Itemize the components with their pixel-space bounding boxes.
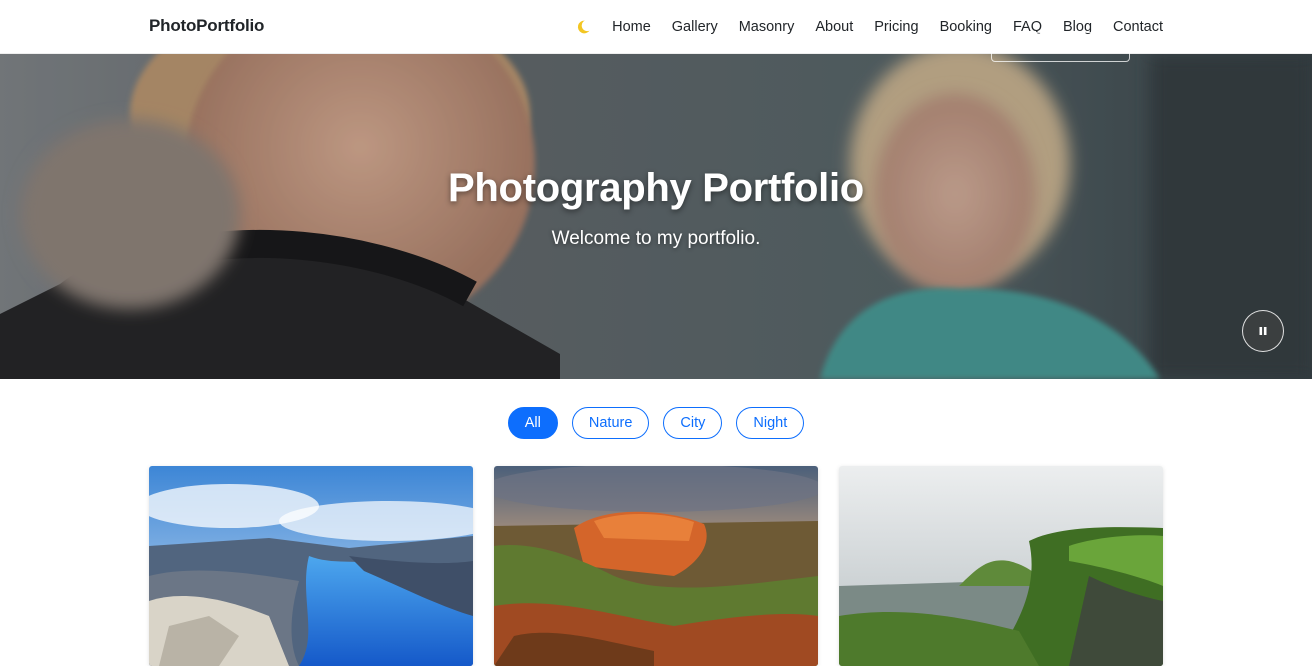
filter-all-button[interactable]: All bbox=[507, 407, 558, 439]
filter-city-button[interactable]: City bbox=[663, 407, 723, 439]
nav-link-booking[interactable]: Booking bbox=[940, 19, 992, 35]
nav-link-masonry[interactable]: Masonry bbox=[739, 19, 795, 35]
pause-icon[interactable] bbox=[1242, 310, 1284, 352]
crescent-moon-icon[interactable] bbox=[573, 17, 593, 37]
nav-link-home[interactable]: Home bbox=[612, 19, 651, 35]
hero-title: Photography Portfolio bbox=[448, 166, 864, 210]
gallery-item-canyon[interactable] bbox=[494, 466, 818, 666]
filter-night-button[interactable]: Night bbox=[736, 407, 805, 439]
filter-nature-button[interactable]: Nature bbox=[571, 407, 650, 439]
cliffs-photo bbox=[839, 466, 1163, 666]
nav-link-gallery[interactable]: Gallery bbox=[672, 19, 718, 35]
gallery-item-cliffs[interactable] bbox=[839, 466, 1163, 666]
hero-subtitle: Welcome to my portfolio. bbox=[551, 228, 761, 249]
fjord-photo bbox=[149, 466, 473, 666]
hero-overlay bbox=[0, 54, 1312, 379]
gallery-item-fjord[interactable] bbox=[149, 466, 473, 666]
download-resume-button[interactable]: Download Resume bbox=[991, 32, 1130, 62]
gallery-grid bbox=[149, 466, 1163, 666]
hero-banner: Photography Portfolio Welcome to my port… bbox=[0, 54, 1312, 379]
gallery-filters: All Nature City Night bbox=[0, 407, 1312, 439]
nav-link-about[interactable]: About bbox=[815, 19, 853, 35]
canyon-photo bbox=[494, 466, 818, 666]
nav-link-pricing[interactable]: Pricing bbox=[874, 19, 918, 35]
brand-logo[interactable]: PhotoPortfolio bbox=[149, 16, 264, 36]
